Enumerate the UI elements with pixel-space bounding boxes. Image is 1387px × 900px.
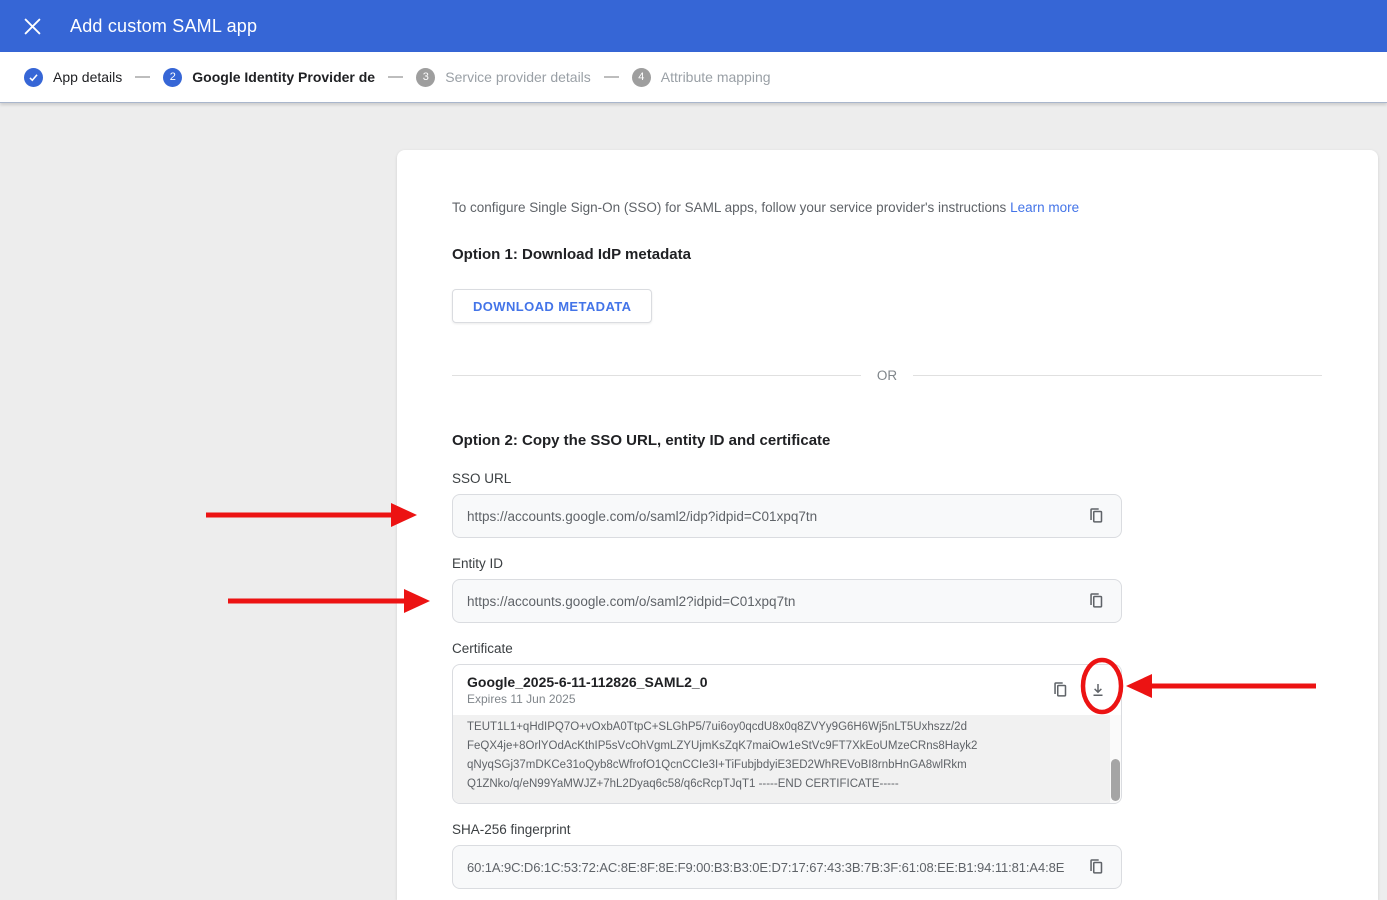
certificate-label: Certificate xyxy=(452,641,1378,656)
scrollbar-track[interactable] xyxy=(1110,715,1121,803)
option1-heading: Option 1: Download IdP metadata xyxy=(452,246,1378,263)
entity-id-field: https://accounts.google.com/o/saml2?idpi… xyxy=(452,579,1122,623)
step-label: Attribute mapping xyxy=(661,69,771,85)
certificate-text-line: FeQX4je+8OrlYOdAcKthIP5sVcOhVgmLZYUjmKsZ… xyxy=(467,737,1101,756)
dialog-title: Add custom SAML app xyxy=(70,16,257,37)
copy-icon[interactable] xyxy=(1085,505,1107,527)
wizard-stepper: App details 2 Google Identity Provider d… xyxy=(0,52,1387,103)
idp-details-panel: To configure Single Sign-On (SSO) for SA… xyxy=(397,150,1378,900)
learn-more-link[interactable]: Learn more xyxy=(1010,200,1079,215)
step-attribute-mapping: 4 Attribute mapping xyxy=(632,68,771,87)
copy-icon[interactable] xyxy=(1049,679,1071,701)
certificate-name: Google_2025-6-11-112826_SAML2_0 xyxy=(467,674,1049,690)
scrollbar-thumb[interactable] xyxy=(1111,759,1120,801)
step-complete-check-icon xyxy=(24,68,43,87)
certificate-card: Google_2025-6-11-112826_SAML2_0 Expires … xyxy=(452,664,1122,804)
certificate-text-line: TEUT1L1+qHdIPQ7O+vOxbA0TtpC+SLGhP5/7ui6o… xyxy=(467,718,1101,737)
step-number-badge: 2 xyxy=(163,68,182,87)
sso-url-value: https://accounts.google.com/o/saml2/idp?… xyxy=(467,509,1085,524)
sha256-fingerprint-label: SHA-256 fingerprint xyxy=(452,822,1378,837)
certificate-body-scrollarea[interactable]: MIIDdDCCAlygAwIBAgIGAYxqZpRtMA0GCSqGSIb3… xyxy=(453,715,1121,803)
entity-id-value: https://accounts.google.com/o/saml2?idpi… xyxy=(467,594,1085,609)
arrow-to-sso-url-icon xyxy=(206,503,417,527)
step-app-details: App details xyxy=(24,68,122,87)
step-separator xyxy=(388,76,403,78)
step-number-badge: 3 xyxy=(416,68,435,87)
certificate-expiry: Expires 11 Jun 2025 xyxy=(467,692,1049,706)
divider-line xyxy=(452,375,861,376)
entity-id-label: Entity ID xyxy=(452,556,1378,571)
sha256-fingerprint-field: 60:1A:9C:D6:1C:53:72:AC:8E:8F:8E:F9:00:B… xyxy=(452,845,1122,889)
certificate-text-line: qNyqSGj37mDKCe31oQyb8cWfrofO1QcnCCIe3I+T… xyxy=(467,756,1101,775)
divider-label: OR xyxy=(861,368,913,383)
download-icon[interactable] xyxy=(1087,679,1109,701)
sso-url-field: https://accounts.google.com/o/saml2/idp?… xyxy=(452,494,1122,538)
or-divider: OR xyxy=(452,368,1322,383)
sha256-fingerprint-value: 60:1A:9C:D6:1C:53:72:AC:8E:8F:8E:F9:00:B… xyxy=(467,860,1085,875)
step-separator xyxy=(604,76,619,78)
step-separator xyxy=(135,76,150,78)
download-metadata-button[interactable]: DOWNLOAD METADATA xyxy=(452,289,652,323)
close-icon[interactable] xyxy=(20,14,44,38)
sso-url-label: SSO URL xyxy=(452,471,1378,486)
step-label: Service provider details xyxy=(445,69,591,85)
step-service-provider-details: 3 Service provider details xyxy=(416,68,591,87)
certificate-text-line: Q1ZNko/q/eN99YaMWJZ+7hL2Dyaq6c58/q6cRcpT… xyxy=(467,775,1101,794)
divider-line xyxy=(913,375,1322,376)
step-number-badge: 4 xyxy=(632,68,651,87)
copy-icon[interactable] xyxy=(1085,590,1107,612)
close-x-glyph xyxy=(24,18,41,35)
step-label: Google Identity Provider details xyxy=(192,69,375,85)
intro-sentence: To configure Single Sign-On (SSO) for SA… xyxy=(452,200,1006,215)
certificate-header: Google_2025-6-11-112826_SAML2_0 Expires … xyxy=(453,665,1121,715)
intro-text: To configure Single Sign-On (SSO) for SA… xyxy=(452,200,1378,215)
dialog-header: Add custom SAML app xyxy=(0,0,1387,52)
copy-icon[interactable] xyxy=(1085,856,1107,878)
step-label: App details xyxy=(53,69,122,85)
step-google-idp-details: 2 Google Identity Provider details xyxy=(163,68,375,87)
option2-heading: Option 2: Copy the SSO URL, entity ID an… xyxy=(452,432,1378,449)
